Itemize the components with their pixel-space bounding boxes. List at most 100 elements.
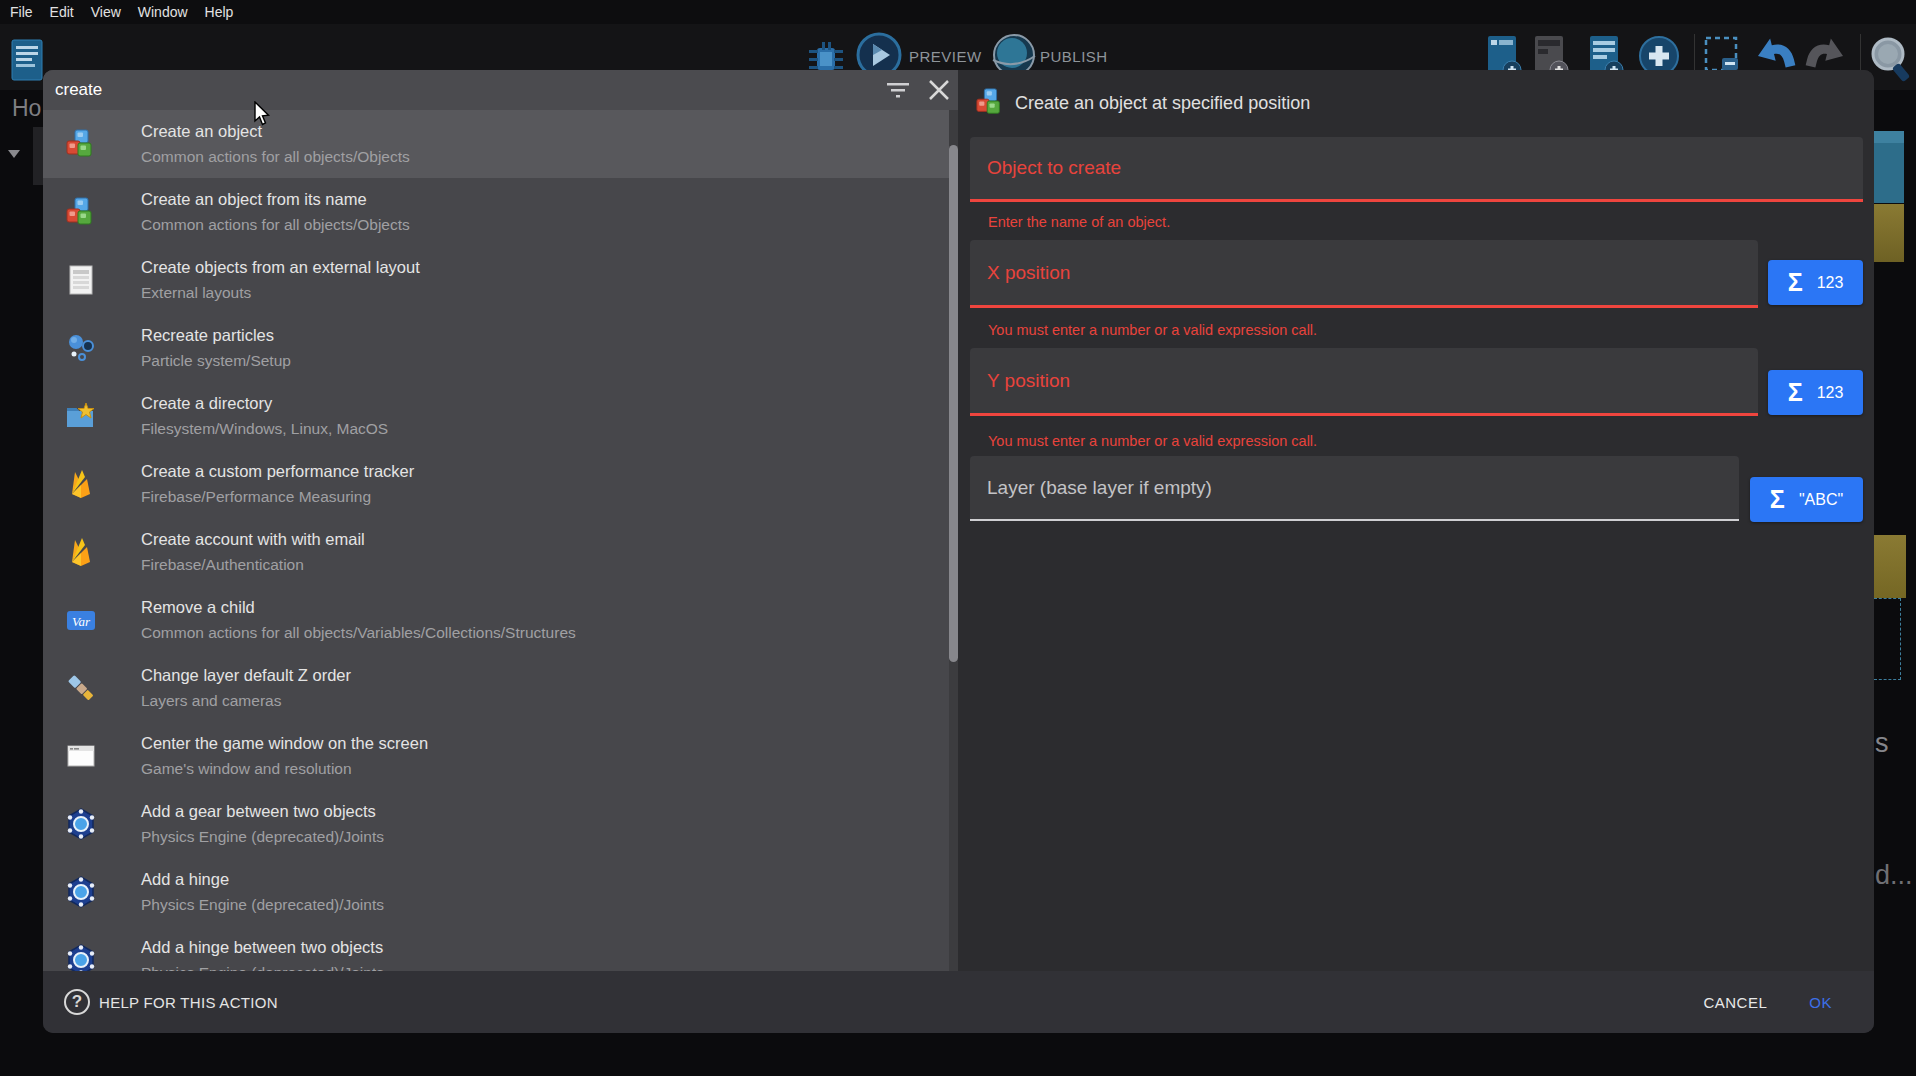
particles-icon bbox=[65, 332, 97, 364]
menu-item-view[interactable]: View bbox=[91, 4, 121, 20]
param-field-2[interactable]: Y position bbox=[970, 348, 1758, 416]
search-input[interactable]: create bbox=[55, 80, 102, 100]
background-scene-block-gold bbox=[1874, 204, 1904, 262]
expression-builder-button[interactable]: Σ123 bbox=[1768, 370, 1863, 415]
dialog-footer: ? HELP FOR THIS ACTION CANCEL OK bbox=[43, 971, 1874, 1033]
search-bar[interactable]: create bbox=[43, 70, 958, 110]
cancel-button[interactable]: CANCEL bbox=[1703, 994, 1767, 1011]
background-scene-block-teal bbox=[1874, 131, 1904, 203]
action-result-row[interactable]: Recreate particlesParticle system/Setup bbox=[43, 314, 958, 382]
result-title: Create an object bbox=[141, 119, 410, 144]
external-layout-icon bbox=[65, 264, 97, 296]
ok-button[interactable]: OK bbox=[1809, 994, 1832, 1011]
physics-icon bbox=[65, 876, 97, 908]
sigma-icon: Σ bbox=[1788, 268, 1803, 297]
scrollbar-track[interactable] bbox=[949, 110, 958, 971]
result-title: Create an object from its name bbox=[141, 187, 410, 212]
firebase-icon bbox=[65, 468, 97, 500]
param-label: Layer (base layer if empty) bbox=[987, 477, 1212, 499]
layers-icon bbox=[65, 672, 97, 704]
result-subtitle: External layouts bbox=[141, 280, 420, 305]
result-title: Add a hinge bbox=[141, 867, 384, 892]
result-title: Create account with with email bbox=[141, 527, 365, 552]
result-subtitle: Layers and cameras bbox=[141, 688, 351, 713]
action-result-row[interactable]: Center the game window on the screenGame… bbox=[43, 722, 958, 790]
action-result-row[interactable]: Var Remove a childCommon actions for all … bbox=[43, 586, 958, 654]
action-result-row[interactable]: Create a directoryFilesystem/Windows, Li… bbox=[43, 382, 958, 450]
action-result-row[interactable]: Add a hinge between two objectsPhysics E… bbox=[43, 926, 958, 971]
expression-builder-button[interactable]: Σ"ABC" bbox=[1750, 477, 1863, 522]
param-helper-text: You must enter a number or a valid expre… bbox=[988, 322, 1317, 338]
result-subtitle: Firebase/Authentication bbox=[141, 552, 365, 577]
background-home-tab: Ho bbox=[12, 95, 41, 122]
svg-text:Var: Var bbox=[72, 614, 91, 629]
action-result-row[interactable]: Change layer default Z orderLayers and c… bbox=[43, 654, 958, 722]
sigma-icon: Σ bbox=[1788, 378, 1803, 407]
physics-icon bbox=[65, 944, 97, 971]
result-subtitle: Physics Engine (deprecated)/Joints bbox=[141, 824, 384, 849]
menu-item-help[interactable]: Help bbox=[205, 4, 234, 20]
filter-icon[interactable] bbox=[886, 78, 910, 102]
action-result-row[interactable]: Add a hingePhysics Engine (deprecated)/J… bbox=[43, 858, 958, 926]
action-config-panel: Create an object at specified position O… bbox=[958, 70, 1874, 971]
search-results-list: Create an objectCommon actions for all o… bbox=[43, 110, 958, 971]
close-icon[interactable] bbox=[927, 78, 951, 102]
param-helper-text: You must enter a number or a valid expre… bbox=[988, 433, 1317, 449]
action-result-row[interactable]: Add a gear between two objectsPhysics En… bbox=[43, 790, 958, 858]
result-subtitle: Firebase/Performance Measuring bbox=[141, 484, 414, 509]
instruction-editor-dialog: create Create an objectCommon actions fo… bbox=[43, 70, 1874, 1033]
physics-icon bbox=[65, 808, 97, 840]
variable-icon: Var bbox=[65, 604, 97, 636]
help-button[interactable]: HELP FOR THIS ACTION bbox=[99, 994, 278, 1011]
preview-button[interactable]: PREVIEW bbox=[909, 48, 982, 65]
param-label: Y position bbox=[987, 370, 1070, 392]
result-title: Create a directory bbox=[141, 391, 388, 416]
action-search-panel: create Create an objectCommon actions fo… bbox=[43, 70, 958, 971]
background-tab-strip bbox=[33, 127, 43, 185]
sigma-icon: Σ bbox=[1770, 485, 1785, 514]
param-field-0[interactable]: Object to create bbox=[970, 137, 1863, 202]
result-title: Add a gear between two objects bbox=[141, 799, 384, 824]
result-title: Change layer default Z order bbox=[141, 663, 351, 688]
result-title: Remove a child bbox=[141, 595, 576, 620]
menu-item-file[interactable]: File bbox=[10, 4, 33, 20]
publish-button[interactable]: PUBLISH bbox=[1040, 48, 1108, 65]
detail-title: Create an object at specified position bbox=[1015, 93, 1310, 114]
cubes-icon bbox=[65, 196, 97, 228]
action-result-row[interactable]: Create an object from its nameCommon act… bbox=[43, 178, 958, 246]
background-scene-block-gold2 bbox=[1874, 535, 1906, 598]
result-subtitle: Filesystem/Windows, Linux, MacOS bbox=[141, 416, 388, 441]
action-result-row[interactable]: Create account with with emailFirebase/A… bbox=[43, 518, 958, 586]
result-title: Add a hinge between two objects bbox=[141, 935, 384, 960]
param-field-1[interactable]: X position bbox=[970, 240, 1758, 308]
scrollbar-thumb[interactable] bbox=[949, 145, 958, 662]
action-result-row[interactable]: Create objects from an external layoutEx… bbox=[43, 246, 958, 314]
window-icon bbox=[65, 740, 97, 772]
help-icon[interactable]: ? bbox=[64, 989, 90, 1015]
param-label: Object to create bbox=[987, 157, 1121, 179]
action-result-row[interactable]: Create an objectCommon actions for all o… bbox=[43, 110, 958, 178]
result-subtitle: Particle system/Setup bbox=[141, 348, 291, 373]
result-subtitle: Common actions for all objects/Objects bbox=[141, 212, 410, 237]
detail-header: Create an object at specified position bbox=[958, 70, 1310, 137]
param-field-3[interactable]: Layer (base layer if empty) bbox=[970, 456, 1739, 521]
result-title: Recreate particles bbox=[141, 323, 291, 348]
result-subtitle: Common actions for all objects/Variables… bbox=[141, 620, 576, 645]
firebase-icon bbox=[65, 536, 97, 568]
menu-item-window[interactable]: Window bbox=[138, 4, 188, 20]
result-subtitle: Common actions for all objects/Objects bbox=[141, 144, 410, 169]
result-title: Create a custom performance tracker bbox=[141, 459, 414, 484]
menu-item-edit[interactable]: Edit bbox=[50, 4, 74, 20]
action-result-row[interactable]: Create a custom performance trackerFireb… bbox=[43, 450, 958, 518]
project-manager-icon[interactable] bbox=[10, 38, 46, 88]
mouse-cursor bbox=[254, 101, 273, 132]
result-subtitle: Physics Engine (deprecated)/Joints bbox=[141, 892, 384, 917]
result-subtitle: Physics Engine (deprecated)/Joints bbox=[141, 960, 384, 971]
background-text-s: s bbox=[1875, 728, 1889, 759]
param-helper-text: Enter the name of an object. bbox=[988, 214, 1170, 230]
expression-builder-button[interactable]: Σ123 bbox=[1768, 260, 1863, 305]
result-subtitle: Game's window and resolution bbox=[141, 756, 428, 781]
result-title: Center the game window on the screen bbox=[141, 731, 428, 756]
folder-icon bbox=[65, 400, 97, 432]
result-title: Create objects from an external layout bbox=[141, 255, 420, 280]
